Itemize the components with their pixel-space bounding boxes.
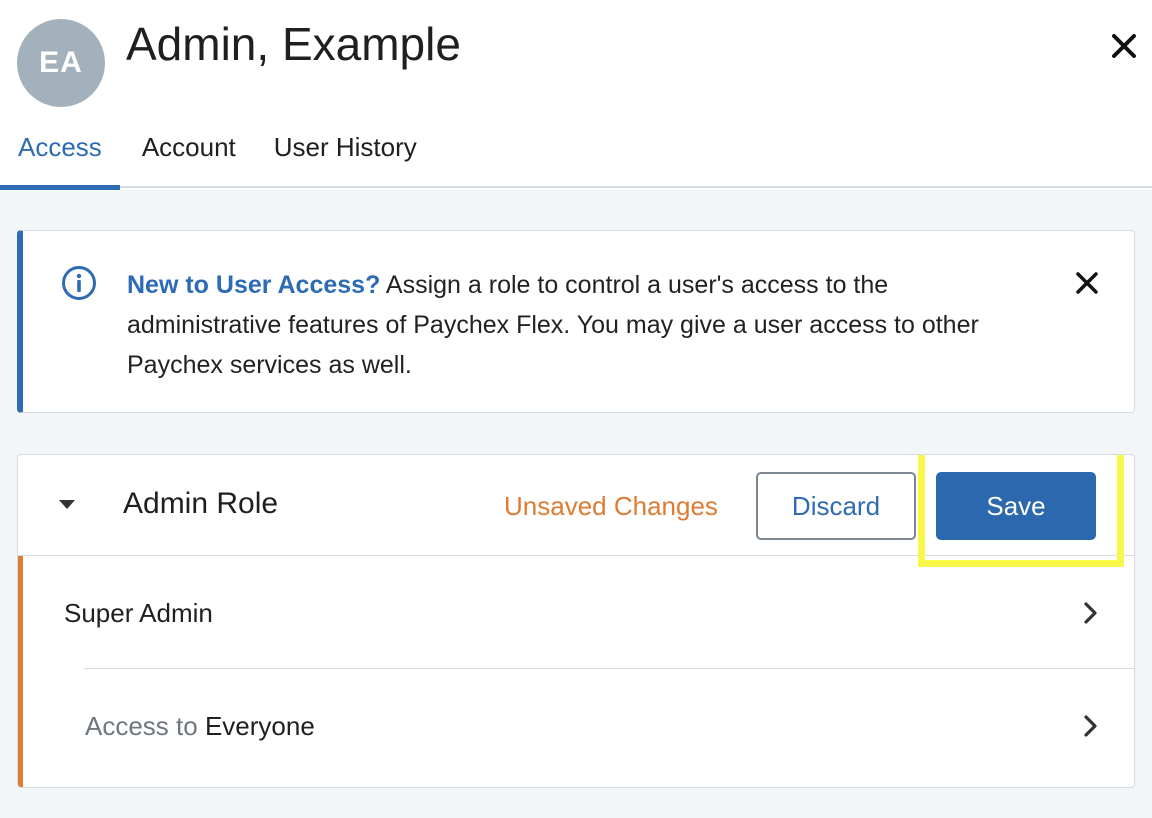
access-value: Everyone bbox=[204, 711, 315, 741]
tab-user-history[interactable]: User History bbox=[256, 122, 435, 188]
user-header: EA Admin, Example Access Account User Hi… bbox=[0, 0, 1152, 190]
main-content: New to User Access? Assign a role to con… bbox=[0, 190, 1152, 818]
chevron-right-icon bbox=[1081, 600, 1101, 626]
role-row-super-admin[interactable]: Super Admin bbox=[23, 556, 1134, 669]
close-icon[interactable] bbox=[1108, 30, 1140, 62]
info-icon bbox=[61, 265, 97, 301]
role-panel-header: Admin Role Unsaved Changes Discard Save bbox=[18, 455, 1134, 567]
close-icon[interactable] bbox=[1073, 269, 1101, 297]
tab-access[interactable]: Access bbox=[0, 122, 120, 190]
save-button[interactable]: Save bbox=[936, 472, 1096, 540]
role-title: Admin Role bbox=[123, 487, 279, 520]
access-prefix: Access to bbox=[85, 711, 205, 741]
role-name: Super Admin bbox=[64, 598, 213, 628]
collapse-caret-icon[interactable] bbox=[59, 500, 75, 509]
access-scope: Access to Everyone bbox=[85, 711, 315, 742]
info-highlight: New to User Access? bbox=[127, 271, 381, 299]
chevron-right-icon bbox=[1081, 713, 1101, 739]
discard-button[interactable]: Discard bbox=[756, 472, 916, 540]
unsaved-status: Unsaved Changes bbox=[504, 491, 718, 521]
tab-bar: Access Account User History bbox=[0, 122, 435, 190]
tab-account[interactable]: Account bbox=[120, 122, 256, 188]
role-details: Super Admin Access to Everyone bbox=[18, 556, 1134, 787]
avatar-initials: EA bbox=[39, 46, 83, 79]
role-panel: Admin Role Unsaved Changes Discard Save … bbox=[17, 454, 1135, 788]
info-message: New to User Access? Assign a role to con… bbox=[127, 265, 1047, 385]
role-row-access[interactable]: Access to Everyone bbox=[23, 669, 1134, 782]
page-title: Admin, Example bbox=[126, 18, 461, 70]
info-banner: New to User Access? Assign a role to con… bbox=[17, 230, 1135, 413]
avatar: EA bbox=[17, 19, 105, 107]
